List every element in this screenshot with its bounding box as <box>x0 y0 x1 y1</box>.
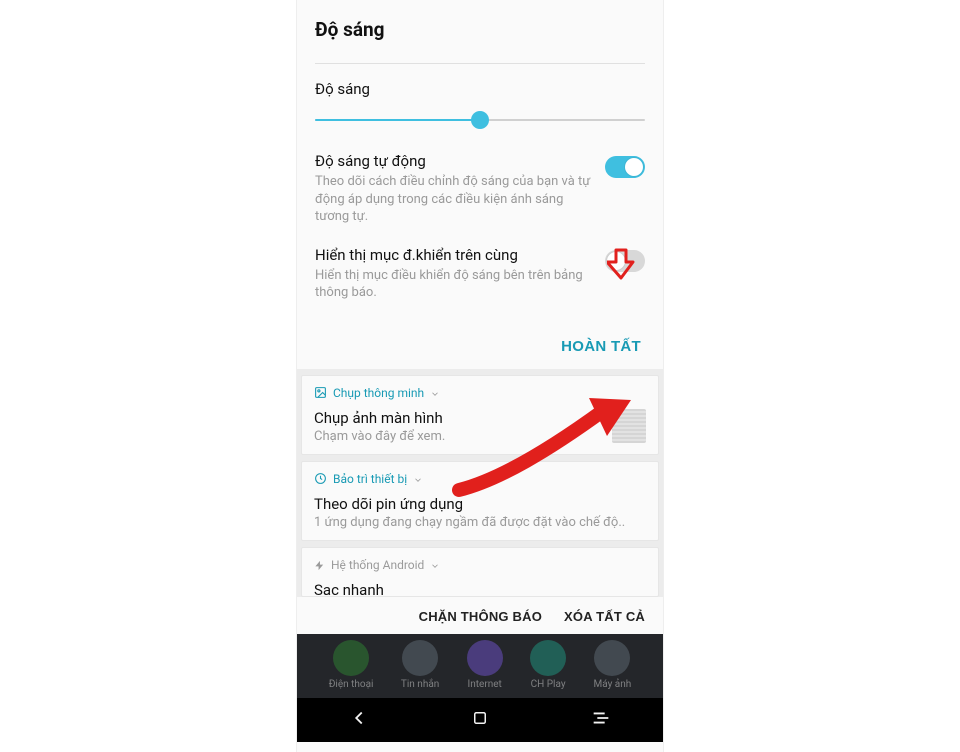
image-icon <box>314 384 327 403</box>
notif-app-name: Bảo trì thiết bị <box>333 472 407 486</box>
phone-frame: Độ sáng Độ sáng Độ sáng tự động Theo dõi… <box>296 0 664 752</box>
dock-label: Máy ảnh <box>593 679 631 690</box>
app-dock: Điện thoại Tin nhắn Internet CH Play Máy ảnh <box>297 634 663 698</box>
notif-maintenance[interactable]: Bảo trì thiết bị Theo dõi pin ứng dụng 1… <box>301 461 659 541</box>
auto-brightness-title: Độ sáng tự động <box>315 152 591 170</box>
auto-brightness-desc: Theo dõi cách điều chỉnh độ sáng của bạn… <box>315 173 591 226</box>
done-bar: HOÀN TẤT <box>297 322 663 369</box>
home-icon[interactable] <box>471 709 489 731</box>
brightness-slider[interactable] <box>315 110 645 130</box>
auto-brightness-toggle[interactable] <box>605 156 645 178</box>
notif-app-name: Hệ thống Android <box>331 558 424 572</box>
recents-icon[interactable] <box>590 707 612 733</box>
notif-app-name: Chụp thông minh <box>333 386 424 400</box>
notif-android-system[interactable]: Hệ thống Android Sạc nhanh <box>301 547 659 597</box>
dock-label: Tin nhắn <box>401 679 439 690</box>
dock-item[interactable]: Máy ảnh <box>593 640 631 690</box>
show-control-top-desc: Hiển thị mục điều khiển độ sáng bên trên… <box>315 267 591 302</box>
notif-desc: 1 ứng dụng đang chạy ngầm đã được đặt và… <box>314 515 646 530</box>
dock-label: Điện thoại <box>329 679 374 690</box>
auto-brightness-row: Độ sáng tự động Theo dõi cách điều chỉnh… <box>315 152 645 226</box>
dock-item[interactable]: Tin nhắn <box>401 640 439 690</box>
show-control-top-row: Hiển thị mục đ.khiển trên cùng Hiển thị … <box>315 246 645 302</box>
gauge-icon <box>314 470 327 489</box>
dock-label: Internet <box>468 679 502 690</box>
navigation-bar <box>297 698 663 742</box>
notif-title: Theo dõi pin ứng dụng <box>314 495 646 513</box>
chevron-down-icon[interactable] <box>413 470 423 489</box>
dock-item[interactable]: Điện thoại <box>329 640 374 690</box>
chevron-down-icon[interactable] <box>430 556 440 575</box>
panel-title: Độ sáng <box>315 18 645 41</box>
dock-item[interactable]: Internet <box>467 640 503 690</box>
dock-label: CH Play <box>531 679 566 690</box>
back-icon[interactable] <box>348 707 370 733</box>
chevron-down-icon[interactable] <box>430 384 440 403</box>
done-button[interactable]: HOÀN TẤT <box>561 338 641 355</box>
block-notifications-button[interactable]: CHẶN THÔNG BÁO <box>419 609 542 624</box>
annotation-arrow-down-icon <box>607 248 635 284</box>
bolt-icon <box>314 556 325 575</box>
show-control-top-title: Hiển thị mục đ.khiển trên cùng <box>315 246 591 264</box>
notif-title: Chụp ảnh màn hình <box>314 409 602 427</box>
clear-all-button[interactable]: XÓA TẤT CẢ <box>564 609 645 624</box>
notif-smart-capture[interactable]: Chụp thông minh Chụp ảnh màn hình Chạm v… <box>301 375 659 455</box>
screenshot-thumbnail[interactable] <box>612 409 646 443</box>
dock-item[interactable]: CH Play <box>530 640 566 690</box>
notif-title: Sạc nhanh <box>314 581 646 597</box>
divider <box>315 63 645 64</box>
notif-actions: CHẶN THÔNG BÁO XÓA TẤT CẢ <box>297 597 663 634</box>
notif-desc: Chạm vào đây để xem. <box>314 429 602 444</box>
brightness-label: Độ sáng <box>315 80 645 98</box>
notification-area: Chụp thông minh Chụp ảnh màn hình Chạm v… <box>297 369 663 634</box>
